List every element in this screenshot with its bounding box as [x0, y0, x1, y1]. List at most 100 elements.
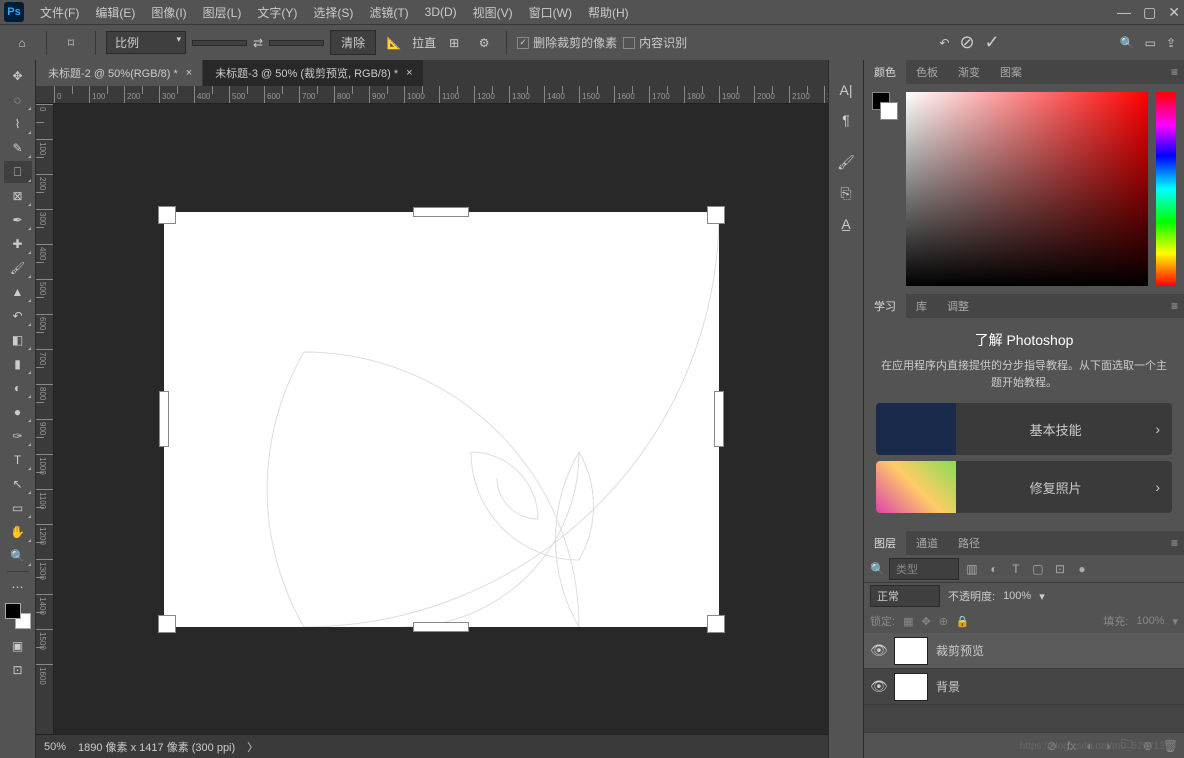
lock-pixels-icon[interactable]: ▦ [903, 615, 913, 628]
brush-panel-icon[interactable]: 🖌 [837, 154, 855, 171]
tab-gradients[interactable]: 渐变 [948, 60, 990, 84]
zoom-tool[interactable]: 🔍 [4, 545, 32, 567]
dropdown-icon[interactable]: ▾ [1039, 590, 1045, 603]
home-button[interactable]: ⌂ [8, 31, 36, 55]
layer-name[interactable]: 裁剪预览 [936, 642, 984, 659]
color-field[interactable] [906, 92, 1148, 286]
crop-handle-br[interactable] [707, 615, 725, 633]
lock-artboard-icon[interactable]: ⊕ [939, 615, 948, 628]
menu-type[interactable]: 文字(Y) [249, 4, 305, 21]
layer-name[interactable]: 背景 [936, 678, 960, 695]
hand-tool[interactable]: ✋ [4, 521, 32, 543]
tab-adjustments[interactable]: 调整 [937, 294, 979, 318]
panel-menu-icon[interactable]: ≡ [1171, 65, 1178, 79]
learn-card-basics[interactable]: 基本技能 › [876, 403, 1172, 455]
workspace-icon[interactable]: ▭ [1145, 36, 1156, 50]
shape-tool[interactable]: ▭ [4, 497, 32, 519]
menu-file[interactable]: 文件(F) [32, 4, 87, 21]
lasso-tool[interactable]: ⌇ [4, 113, 32, 135]
gradient-tool[interactable]: ▮ [4, 353, 32, 375]
close-icon[interactable]: × [406, 67, 412, 79]
overlay-options-icon[interactable]: ⊞ [442, 31, 466, 55]
eraser-tool[interactable]: ◧ [4, 329, 32, 351]
horizontal-ruler[interactable]: 0100200300400500600700800900100011001200… [36, 86, 828, 104]
crop-tool-icon[interactable]: ⌑ [57, 31, 85, 55]
color-preview[interactable] [872, 92, 898, 286]
window-minimize-icon[interactable]: — [1117, 4, 1131, 21]
crop-handle-bl[interactable] [158, 615, 176, 633]
filter-shape-icon[interactable]: ▢ [1029, 562, 1047, 576]
healing-tool[interactable]: ✚ [4, 233, 32, 255]
menu-image[interactable]: 图像(I) [143, 4, 194, 21]
document-tab-2[interactable]: 未标题-3 @ 50% (裁剪预览, RGB/8) *× [203, 60, 422, 86]
tab-layers[interactable]: 图层 [864, 531, 906, 555]
marquee-tool[interactable]: ◌ [4, 89, 32, 111]
content-aware-checkbox[interactable]: 内容识别 [623, 34, 687, 51]
crop-width-input[interactable] [192, 40, 247, 46]
crop-tool[interactable]: ⎕ [4, 161, 32, 183]
menu-edit[interactable]: 编辑(E) [87, 4, 143, 21]
tab-color[interactable]: 颜色 [864, 60, 906, 84]
crop-handle-tr[interactable] [707, 206, 725, 224]
filter-adjust-icon[interactable]: ◐ [985, 562, 1003, 576]
crop-handle-r[interactable] [714, 391, 724, 447]
crop-height-input[interactable] [269, 40, 324, 46]
history-brush-tool[interactable]: ↶ [4, 305, 32, 327]
crop-handle-t[interactable] [413, 207, 469, 217]
menu-layer[interactable]: 图层(L) [195, 4, 250, 21]
lock-position-icon[interactable]: ✥ [921, 615, 930, 628]
tab-libraries[interactable]: 库 [906, 294, 937, 318]
aspect-ratio-dropdown[interactable]: 比例 [106, 31, 186, 54]
info-flyout-icon[interactable]: 〉 [247, 739, 258, 755]
share-icon[interactable]: ⇪ [1166, 36, 1176, 50]
eyedropper-tool[interactable]: ✒ [4, 209, 32, 231]
filter-toggle-icon[interactable]: ● [1073, 562, 1091, 576]
close-icon[interactable]: × [186, 67, 192, 79]
tab-channels[interactable]: 通道 [906, 531, 948, 555]
layer-filter-input[interactable]: 类型 [889, 558, 959, 580]
menu-window[interactable]: 窗口(W) [521, 4, 580, 21]
quick-select-tool[interactable]: ✎ [4, 137, 32, 159]
straighten-icon[interactable]: 📐 [382, 31, 406, 55]
tab-learn[interactable]: 学习 [864, 294, 906, 318]
character-panel-icon[interactable]: A| [840, 82, 853, 98]
path-select-tool[interactable]: ↖ [4, 473, 32, 495]
crop-handle-b[interactable] [413, 622, 469, 632]
cancel-crop-icon[interactable]: ⊘ [959, 32, 974, 53]
menu-help[interactable]: 帮助(H) [580, 4, 637, 21]
canvas-area[interactable] [54, 104, 828, 734]
lock-all-icon[interactable]: 🔒 [956, 615, 970, 628]
type-tool[interactable]: T [4, 449, 32, 471]
crop-options-icon[interactable]: ⚙ [472, 31, 496, 55]
stamp-tool[interactable]: ▲ [4, 281, 32, 303]
frame-tool[interactable]: ⊠ [4, 185, 32, 207]
dodge-tool[interactable]: ● [4, 401, 32, 423]
menu-view[interactable]: 视图(V) [465, 4, 521, 21]
document-tab-1[interactable]: 未标题-2 @ 50%(RGB/8) *× [36, 60, 202, 86]
visibility-icon[interactable]: 👁 [870, 642, 886, 659]
foreground-background-colors[interactable] [5, 603, 31, 629]
document-info[interactable]: 1890 像素 x 1417 像素 (300 ppi) [78, 739, 235, 755]
blur-tool[interactable]: ◐ [4, 377, 32, 399]
layer-row-background[interactable]: 👁 背景 [864, 669, 1184, 705]
clone-panel-icon[interactable]: ⎘ [840, 185, 851, 202]
hue-slider[interactable] [1156, 92, 1176, 286]
zoom-level[interactable]: 50% [44, 741, 66, 753]
window-close-icon[interactable]: ✕ [1168, 4, 1180, 21]
filter-type-icon[interactable]: T [1007, 562, 1025, 576]
reset-crop-icon[interactable]: ↶ [939, 36, 949, 50]
tab-paths[interactable]: 路径 [948, 531, 990, 555]
tab-patterns[interactable]: 图案 [990, 60, 1032, 84]
visibility-icon[interactable]: 👁 [870, 678, 886, 695]
edit-toolbar-icon[interactable]: ⋯ [4, 576, 32, 598]
search-icon[interactable]: 🔍 [1120, 36, 1135, 50]
screen-mode-icon[interactable]: ⊡ [4, 659, 32, 681]
filter-image-icon[interactable]: ▥ [963, 562, 981, 576]
clear-button[interactable]: 清除 [330, 30, 376, 55]
move-tool[interactable]: ✥ [4, 65, 32, 87]
commit-crop-icon[interactable]: ✓ [985, 32, 1000, 53]
menu-filter[interactable]: 滤镜(T) [361, 4, 416, 21]
brush-tool[interactable]: 🖌 [4, 257, 32, 279]
swap-dimensions-icon[interactable]: ⇄ [253, 36, 263, 50]
dropdown-icon[interactable]: ▾ [1172, 615, 1178, 628]
